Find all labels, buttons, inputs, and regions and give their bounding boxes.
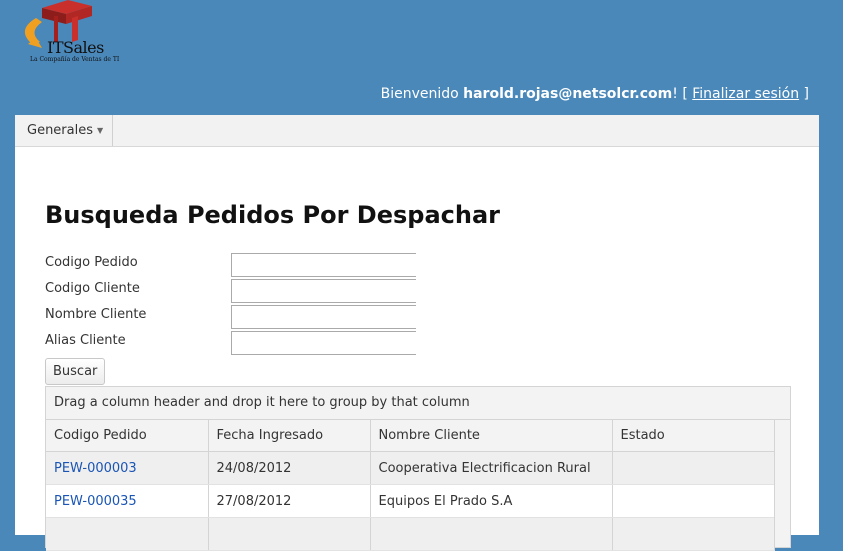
welcome-close-bracket: ] <box>799 86 809 102</box>
itsales-logo: ITSales La Compañía de Ventas de TI <box>14 0 119 68</box>
orders-grid: Drag a column header and drop it here to… <box>45 386 791 551</box>
caret-down-icon: ▼ <box>97 126 104 135</box>
cell-nombre-cliente: Equipos El Prado S.A <box>370 484 613 518</box>
menu-item-generales[interactable]: Generales ▼ <box>15 115 114 146</box>
menu-bar: Generales ▼ <box>15 115 819 147</box>
group-drop-area[interactable]: Drag a column header and drop it here to… <box>46 387 790 420</box>
column-header-codigo-pedido[interactable]: Codigo Pedido <box>46 420 209 452</box>
logout-link[interactable]: Finalizar sesión <box>692 86 799 102</box>
nombre-cliente-label: Nombre Cliente <box>45 307 147 322</box>
menu-item-label: Generales <box>27 123 94 138</box>
column-header-nombre-cliente[interactable]: Nombre Cliente <box>370 420 613 452</box>
cell-nombre-cliente: Cooperativa Electrificacion Rural <box>370 451 613 485</box>
order-link[interactable]: PEW-000003 <box>54 461 137 476</box>
cell-fecha-ingresado: 24/08/2012 <box>208 451 371 485</box>
codigo-cliente-label: Codigo Cliente <box>45 281 140 296</box>
table-row[interactable] <box>46 517 775 551</box>
order-link[interactable]: PEW-000035 <box>54 494 137 509</box>
table-row[interactable]: PEW-000003 24/08/2012 Cooperativa Electr… <box>46 451 775 485</box>
welcome-prefix: Bienvenido <box>380 86 464 102</box>
welcome-separator: ! [ <box>672 86 693 102</box>
codigo-pedido-label: Codigo Pedido <box>45 255 138 270</box>
cell-estado <box>612 451 775 485</box>
nombre-cliente-input[interactable] <box>231 305 416 329</box>
alias-cliente-label: Alias Cliente <box>45 333 126 348</box>
main-container: Generales ▼ Busqueda Pedidos Por Despacha… <box>15 115 819 551</box>
logo-tagline: La Compañía de Ventas de TI <box>30 56 120 63</box>
table-header-row: Codigo Pedido Fecha Ingresado Nombre Cli… <box>46 420 775 452</box>
cell-codigo-pedido: PEW-000003 <box>46 451 209 485</box>
orders-table: Codigo Pedido Fecha Ingresado Nombre Cli… <box>46 420 775 551</box>
logo-wordmark: ITSales <box>47 38 104 57</box>
search-button[interactable]: Buscar <box>45 358 106 385</box>
user-email: harold.rojas@netsolcr.com <box>463 86 673 102</box>
codigo-cliente-input[interactable] <box>231 279 416 303</box>
codigo-pedido-input[interactable] <box>231 253 416 277</box>
table-row[interactable]: PEW-000035 27/08/2012 Equipos El Prado S… <box>46 484 775 518</box>
grid-scrollbar[interactable] <box>774 420 790 547</box>
column-header-estado[interactable]: Estado <box>612 420 775 452</box>
cell-codigo-pedido: PEW-000035 <box>46 484 209 518</box>
alias-cliente-input[interactable] <box>231 331 416 355</box>
cell-estado <box>612 484 775 518</box>
welcome-bar: Bienvenido harold.rojas@netsolcr.com! [ … <box>381 86 809 102</box>
cell-fecha-ingresado: 27/08/2012 <box>208 484 371 518</box>
page-title: Busqueda Pedidos Por Despachar <box>45 201 500 229</box>
column-header-fecha-ingresado[interactable]: Fecha Ingresado <box>208 420 371 452</box>
